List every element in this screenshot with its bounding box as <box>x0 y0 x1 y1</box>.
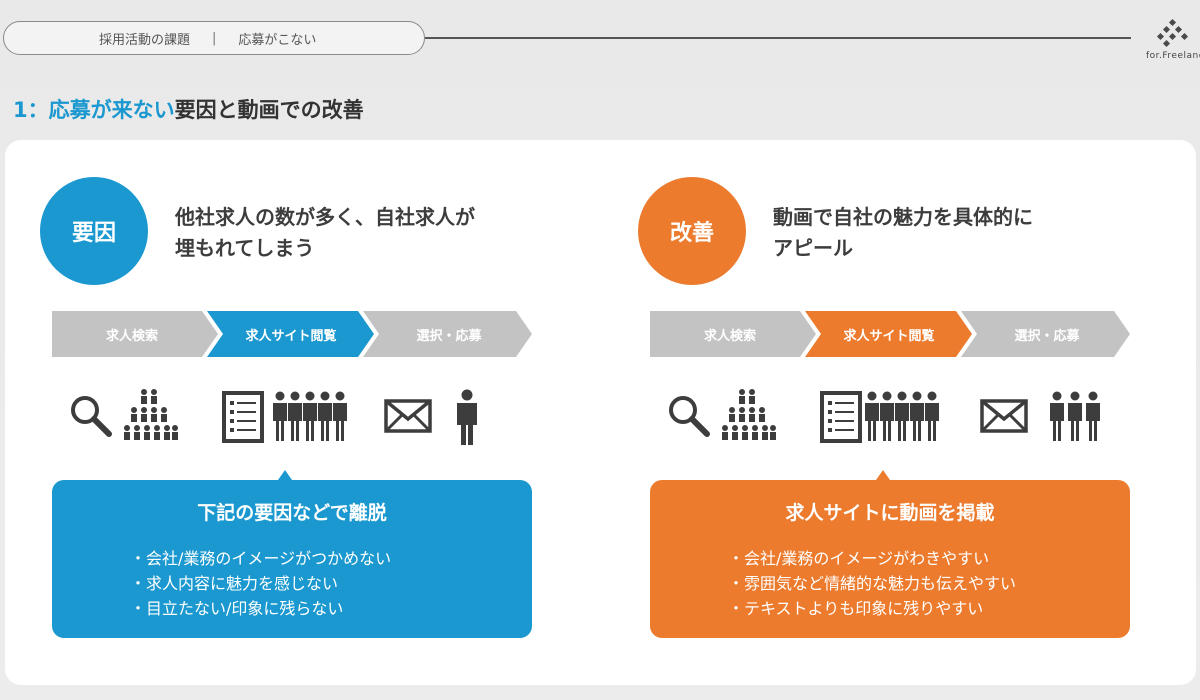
improvement-box-title: 求人サイトに動画を掲載 <box>785 502 995 524</box>
improvement-box: 求人サイトに動画を掲載 ・会社/業務のイメージがわきやすい ・雰囲気など情緒的な… <box>650 470 1130 638</box>
improvement-step-1-label: 求人検索 <box>703 328 756 344</box>
improvement-headline-line-2: アピール <box>773 236 853 260</box>
list-item: ・会社/業務のイメージがつかめない <box>130 549 392 568</box>
list-item: ・求人内容に魅力を感じない <box>130 574 339 593</box>
content-card: 要因 他社求人の数が多く、自社求人が 埋もれてしまう 求人検索 求人サイト閲覧 … <box>5 140 1196 685</box>
cause-headline-line-1: 他社求人の数が多く、自社求人が <box>175 205 475 229</box>
people-group-small-icon <box>1050 391 1100 441</box>
cause-box-title: 下記の要因などで離脱 <box>197 502 387 524</box>
cause-step-3-label: 選択・応募 <box>416 328 482 344</box>
page-title-highlight: 1：応募が来ない <box>13 98 175 122</box>
search-icon <box>71 396 112 437</box>
search-icon <box>669 396 710 437</box>
improvement-column: 改善 動画で自社の魅力を具体的に アピール 求人検索 求人サイト閲覧 選択・応募 <box>638 140 1198 685</box>
header-divider <box>425 37 1131 39</box>
improvement-box-list: ・会社/業務のイメージがわきやすい ・雰囲気など情緒的な魅力も伝えやすい ・テキ… <box>728 546 1016 621</box>
breadcrumb-part-2: 応募がこない <box>238 32 317 48</box>
list-item: ・雰囲気など情緒的な魅力も伝えやすい <box>728 574 1017 593</box>
improvement-headline: 動画で自社の魅力を具体的に アピール <box>773 202 1033 264</box>
crowd-icon <box>124 389 178 440</box>
improvement-step-flow: 求人検索 求人サイト閲覧 選択・応募 <box>650 311 1130 357</box>
improvement-step-2-label: 求人サイト閲覧 <box>843 328 935 344</box>
improvement-headline-line-1: 動画で自社の魅力を具体的に <box>773 205 1033 229</box>
cause-column: 要因 他社求人の数が多く、自社求人が 埋もれてしまう 求人検索 求人サイト閲覧 … <box>40 140 600 685</box>
improvement-icons-row <box>638 385 1198 455</box>
cause-box: 下記の要因などで離脱 ・会社/業務のイメージがつかめない ・求人内容に魅力を感じ… <box>52 470 532 638</box>
cause-badge: 要因 <box>40 177 148 285</box>
list-item: ・目立たない/印象に残らない <box>130 599 344 618</box>
cause-headline: 他社求人の数が多く、自社求人が 埋もれてしまう <box>175 202 475 264</box>
logo-text: for.Freelance <box>1146 51 1200 61</box>
cause-step-2-label: 求人サイト閲覧 <box>245 328 337 344</box>
cause-step-1-label: 求人検索 <box>105 328 158 344</box>
document-icon <box>820 391 862 443</box>
breadcrumb-separator: | <box>212 30 217 46</box>
page-title-rest: 要因と動画での改善 <box>174 98 364 122</box>
cause-headline-line-2: 埋もれてしまう <box>175 236 315 260</box>
cause-box-list: ・会社/業務のイメージがつかめない ・求人内容に魅力を感じない ・目立たない/印… <box>130 546 391 621</box>
people-group-icon <box>273 391 347 441</box>
improvement-step-3-label: 選択・応募 <box>1014 328 1080 344</box>
list-item: ・テキストよりも印象に残りやすい <box>728 599 984 618</box>
cause-icons-row <box>40 385 600 455</box>
crowd-icon <box>722 389 776 440</box>
envelope-icon <box>384 399 432 433</box>
cause-step-flow: 求人検索 求人サイト閲覧 選択・応募 <box>52 311 532 357</box>
breadcrumb: 採用活動の課題 | 応募がこない <box>3 21 425 55</box>
people-group-icon <box>865 391 939 441</box>
improvement-badge: 改善 <box>638 177 746 285</box>
document-icon <box>222 391 264 443</box>
breadcrumb-part-1: 採用活動の課題 <box>99 32 191 48</box>
page-title: 1：応募が来ない要因と動画での改善 <box>13 94 364 124</box>
person-icon <box>457 389 477 445</box>
list-item: ・会社/業務のイメージがわきやすい <box>728 549 990 568</box>
cause-box-pointer <box>278 470 292 480</box>
envelope-icon <box>980 399 1028 433</box>
improvement-box-pointer <box>876 470 890 480</box>
